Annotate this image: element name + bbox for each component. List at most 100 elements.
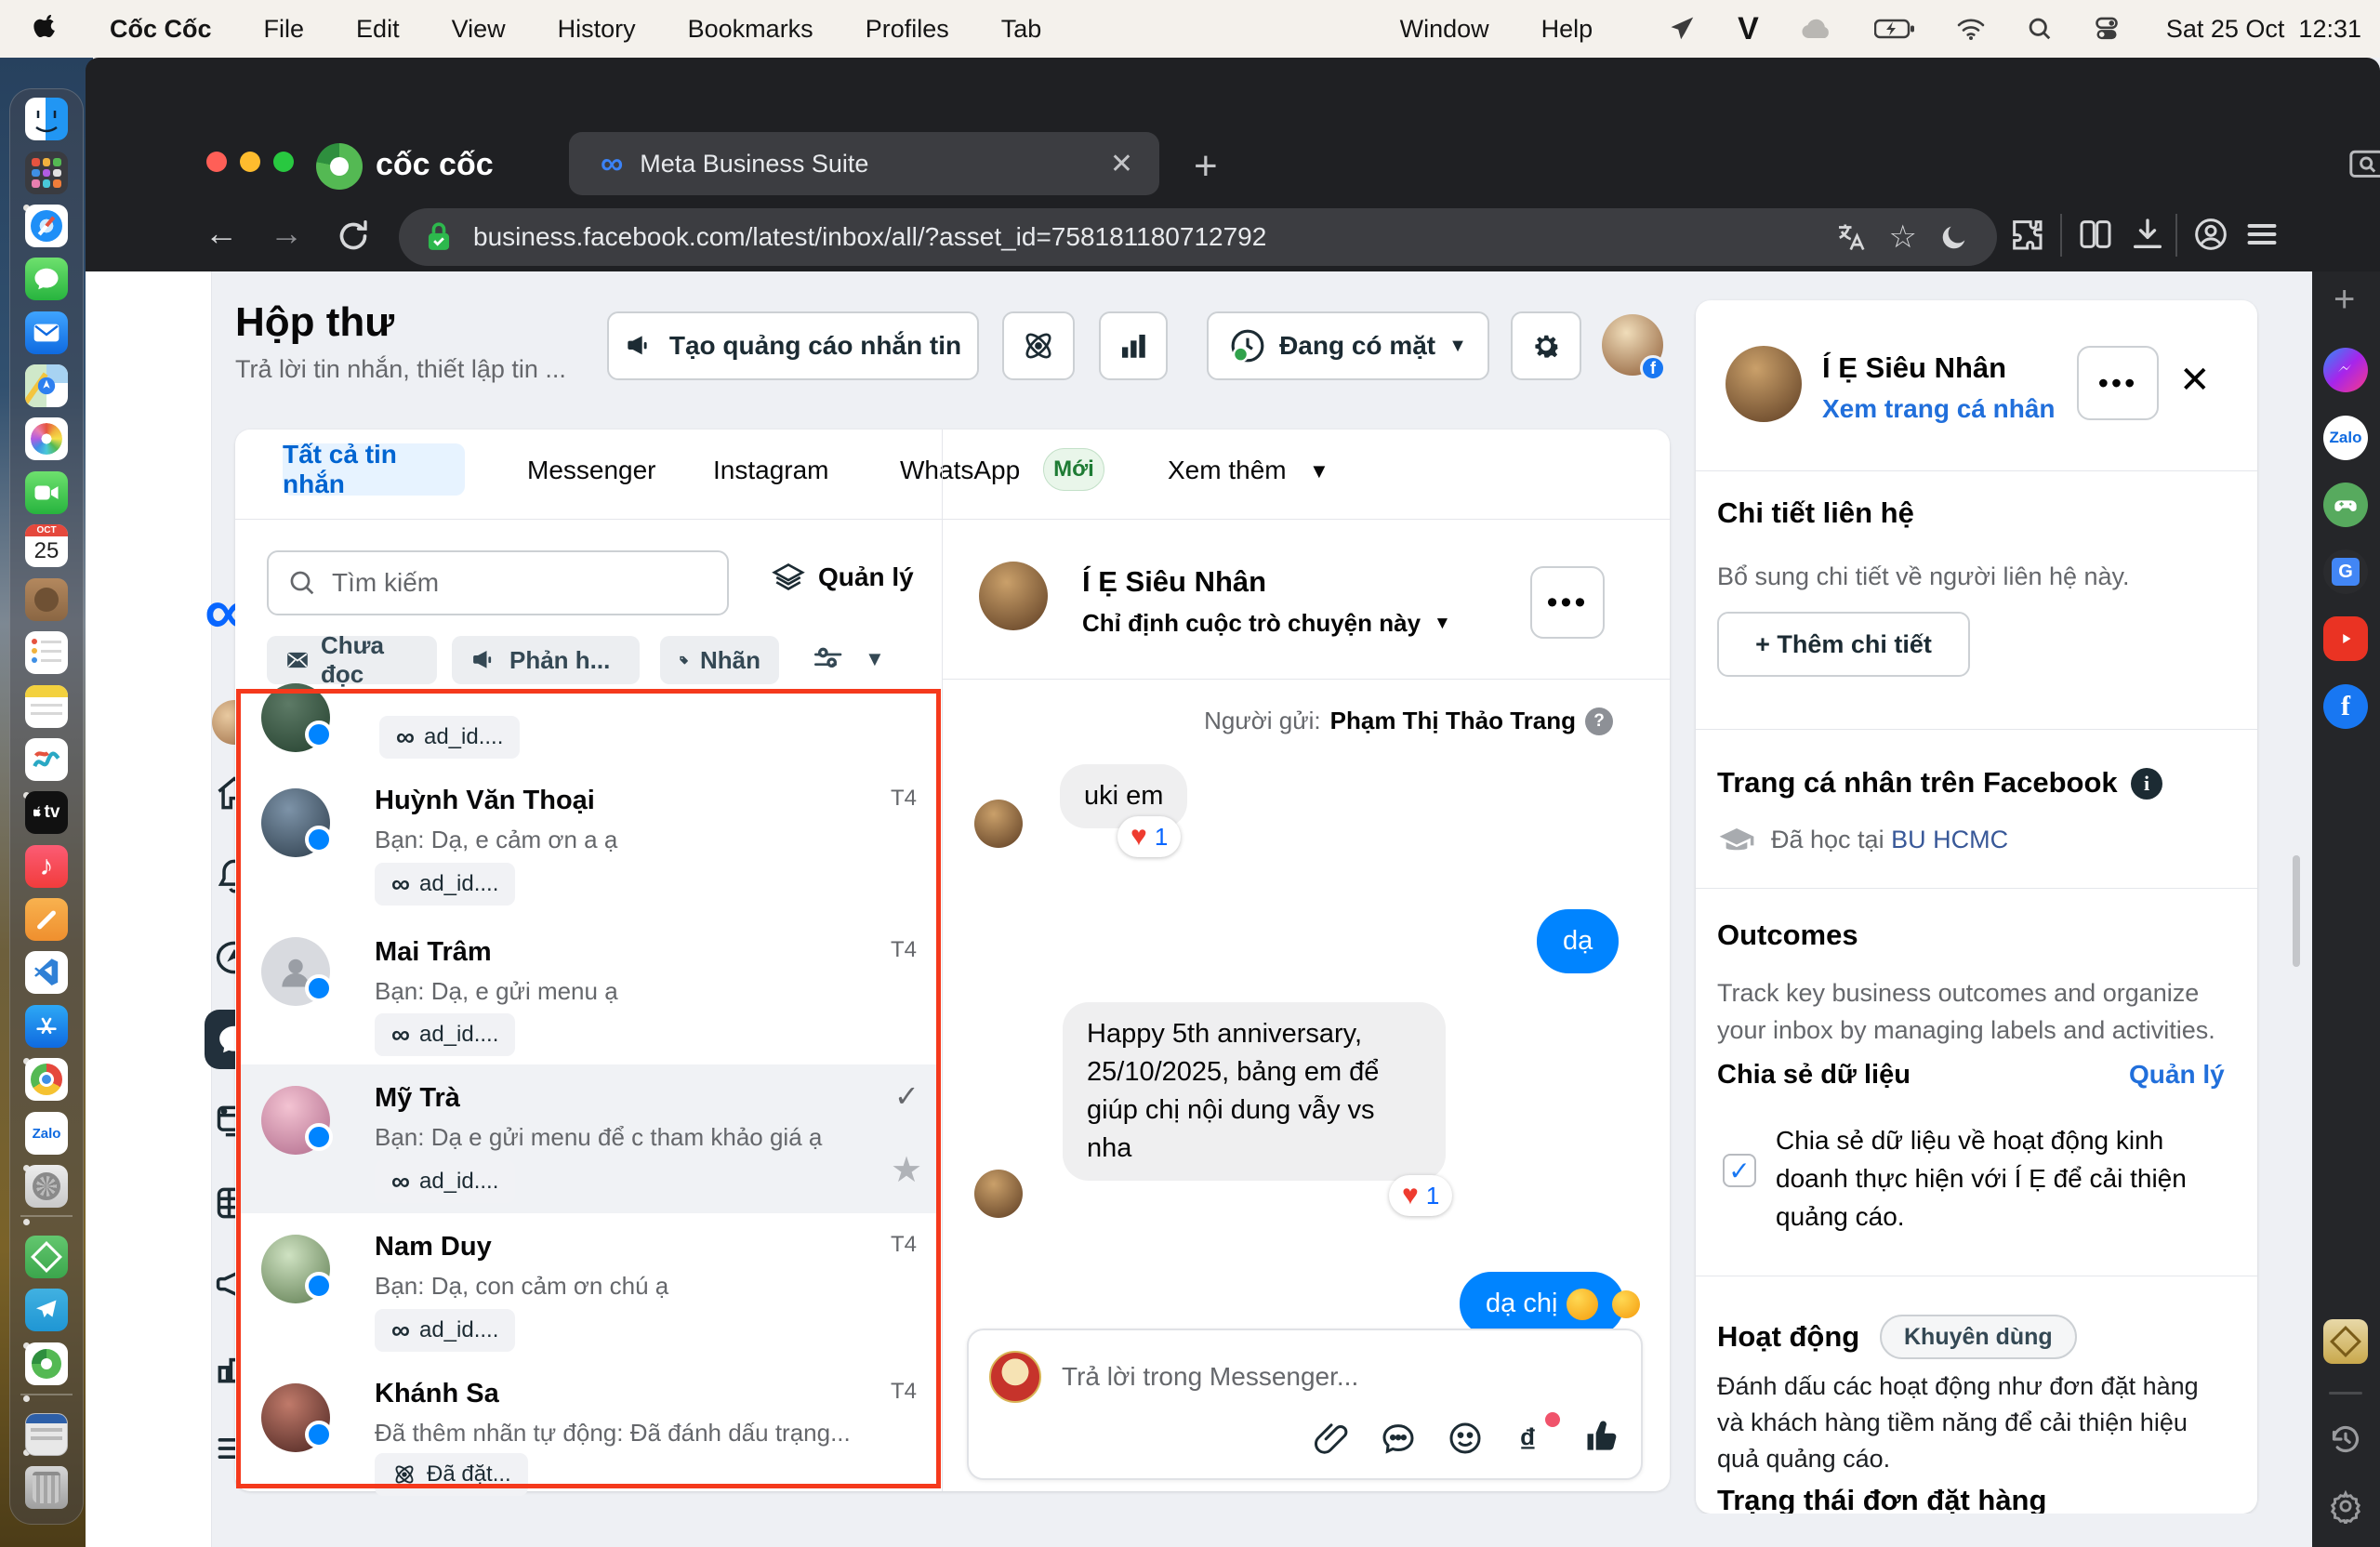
edge-messenger-icon[interactable] xyxy=(2323,348,2368,392)
incoming-message[interactable]: Happy 5th anniversary, 25/10/2025, bảng … xyxy=(1063,1002,1446,1181)
dock-photos-icon[interactable] xyxy=(25,417,68,460)
add-details-button[interactable]: + Thêm chi tiết xyxy=(1717,612,1970,677)
window-minimize-button[interactable] xyxy=(240,152,260,172)
profile-icon[interactable] xyxy=(2192,216,2229,253)
browser-menu-icon[interactable] xyxy=(2244,218,2280,251)
assign-conversation-dropdown[interactable]: Chỉ định cuộc trò chuyện này ▼ xyxy=(1082,609,1451,638)
search-tabs-icon[interactable] xyxy=(2348,149,2380,182)
ad-id-tag[interactable]: ∞ad_id.... xyxy=(379,716,520,759)
info-icon[interactable]: i xyxy=(2131,768,2162,800)
menu-help[interactable]: Help xyxy=(1541,15,1593,44)
dock-trash-icon[interactable] xyxy=(25,1466,68,1509)
filter-label-chip[interactable]: Nhãn xyxy=(660,636,779,684)
ad-id-tag[interactable]: ∞ad_id.... xyxy=(375,863,515,906)
composer[interactable]: Trả lời trong Messenger... ₫ xyxy=(967,1329,1643,1480)
education-link[interactable]: BU HCMC xyxy=(1891,826,2008,853)
dock-telegram-icon[interactable] xyxy=(25,1289,68,1331)
dock-maps-icon[interactable] xyxy=(25,364,68,407)
dock-messages-icon[interactable] xyxy=(25,258,68,300)
create-message-ad-button[interactable]: Tạo quảng cáo nhắn tin xyxy=(607,311,979,380)
dock-pages-icon[interactable] xyxy=(25,898,68,941)
dock-green-app-icon[interactable] xyxy=(25,1236,68,1278)
edge-note-group-icon[interactable] xyxy=(2323,1319,2368,1364)
menu-file[interactable]: File xyxy=(264,15,305,44)
manage-button[interactable]: Quản lý xyxy=(772,561,914,594)
secure-lock-icon[interactable] xyxy=(423,220,455,254)
dock-calendar-icon[interactable]: OCT25 xyxy=(25,524,68,567)
availability-dropdown[interactable]: Đang có mặt ▼ xyxy=(1207,311,1489,380)
share-data-checkbox[interactable]: ✓ xyxy=(1723,1154,1756,1187)
reload-icon[interactable] xyxy=(335,218,372,255)
dock-contacts-icon[interactable] xyxy=(25,578,68,621)
dock-zalo-icon[interactable]: Zalo xyxy=(25,1112,68,1155)
panel-more-options-button[interactable]: ••• xyxy=(2077,346,2159,420)
tab-see-more[interactable]: Xem thêm xyxy=(1168,456,1287,485)
menu-edit[interactable]: Edit xyxy=(356,15,400,44)
dock-chrome-icon[interactable] xyxy=(25,1058,68,1101)
ad-id-tag[interactable]: ∞ad_id.... xyxy=(375,1309,515,1352)
dock-system-app-icon[interactable] xyxy=(25,1165,68,1208)
composer-placeholder[interactable]: Trả lời trong Messenger... xyxy=(1062,1362,1358,1392)
ad-id-tag[interactable]: ∞ad_id.... xyxy=(375,1160,515,1203)
apple-menu-icon[interactable] xyxy=(33,15,58,43)
menu-clock[interactable]: Sat 25 Oct 12:31 xyxy=(2166,15,2361,44)
filter-responded-chip[interactable]: Phản h... xyxy=(452,636,640,684)
forward-icon[interactable]: → xyxy=(270,214,303,253)
dock-music-icon[interactable]: ♪ xyxy=(25,845,68,888)
message-reaction[interactable]: ♥1 xyxy=(1389,1175,1452,1216)
view-profile-link[interactable]: Xem trang cá nhân xyxy=(1822,394,2056,424)
extensions-puzzle-icon[interactable] xyxy=(2008,216,2045,253)
url-text[interactable]: business.facebook.com/latest/inbox/all/?… xyxy=(473,222,1266,252)
dock-safari-icon[interactable] xyxy=(25,205,68,247)
ad-id-tag[interactable]: ∞ad_id.... xyxy=(375,1013,515,1056)
dock-downloads-icon[interactable] xyxy=(25,1413,68,1456)
browser-tab[interactable]: ∞ Meta Business Suite ✕ xyxy=(569,132,1159,195)
dock-finder-icon[interactable] xyxy=(25,98,68,140)
edge-history-icon[interactable] xyxy=(2323,1417,2368,1461)
menu-history[interactable]: History xyxy=(558,15,636,44)
automation-button[interactable] xyxy=(1002,311,1075,380)
edge-translate-icon[interactable]: G xyxy=(2323,549,2368,594)
dock-coccoc-icon[interactable] xyxy=(25,1342,68,1385)
message-reaction[interactable]: ♥1 xyxy=(1117,816,1181,857)
menu-bookmarks[interactable]: Bookmarks xyxy=(688,15,813,44)
dock-appletv-icon[interactable]: tv xyxy=(25,791,68,834)
edge-youtube-icon[interactable] xyxy=(2323,616,2368,661)
split-view-icon[interactable] xyxy=(2077,216,2114,253)
dock-freeform-icon[interactable] xyxy=(25,738,68,781)
downloads-icon[interactable] xyxy=(2129,216,2166,253)
edge-zalo-icon[interactable]: Zalo xyxy=(2323,416,2368,460)
edge-add-icon[interactable]: + xyxy=(2334,279,2355,321)
order-placed-tag[interactable]: Đã đặt... xyxy=(375,1453,528,1496)
filter-sliders-icon[interactable] xyxy=(809,641,846,679)
wifi-status-icon[interactable] xyxy=(1956,17,1986,41)
tab-whatsapp[interactable]: WhatsApp xyxy=(900,456,1020,485)
inbox-settings-button[interactable] xyxy=(1511,311,1581,380)
dark-mode-moon-icon[interactable] xyxy=(1939,222,1969,252)
follow-up-star-icon[interactable]: ★ xyxy=(891,1149,922,1191)
outgoing-message-partial[interactable]: dạ chị xyxy=(1460,1272,1624,1336)
menu-app-name[interactable]: Cốc Cốc xyxy=(110,15,212,44)
v-status-icon[interactable]: V xyxy=(1738,11,1759,47)
new-tab-button[interactable]: + xyxy=(1194,143,1218,190)
scrollbar-thumb[interactable] xyxy=(2293,855,2300,967)
filter-more-chevron-icon[interactable]: ▼ xyxy=(865,647,885,671)
menu-tab[interactable]: Tab xyxy=(1001,15,1042,44)
dock-facetime-icon[interactable] xyxy=(25,471,68,514)
tab-messenger[interactable]: Messenger xyxy=(527,456,656,485)
menu-profiles[interactable]: Profiles xyxy=(866,15,949,44)
panel-close-icon[interactable]: ✕ xyxy=(2179,359,2211,402)
edge-facebook-icon[interactable]: f xyxy=(2323,684,2368,729)
emoji-icon[interactable] xyxy=(1447,1420,1484,1457)
spotlight-search-icon[interactable] xyxy=(2027,16,2053,42)
url-bar[interactable]: business.facebook.com/latest/inbox/all/?… xyxy=(399,208,1997,266)
menu-view[interactable]: View xyxy=(452,15,506,44)
tab-close-icon[interactable]: ✕ xyxy=(1110,148,1133,180)
search-input[interactable]: Tìm kiếm xyxy=(267,550,729,615)
attachment-icon[interactable] xyxy=(1313,1420,1350,1457)
manage-link[interactable]: Quản lý xyxy=(2129,1060,2225,1090)
outgoing-message[interactable]: dạ xyxy=(1537,909,1619,973)
chat-header-avatar[interactable] xyxy=(979,562,1048,630)
tab-all-messages[interactable]: Tất cả tin nhắn xyxy=(283,443,465,496)
back-icon[interactable]: ← xyxy=(205,214,238,253)
